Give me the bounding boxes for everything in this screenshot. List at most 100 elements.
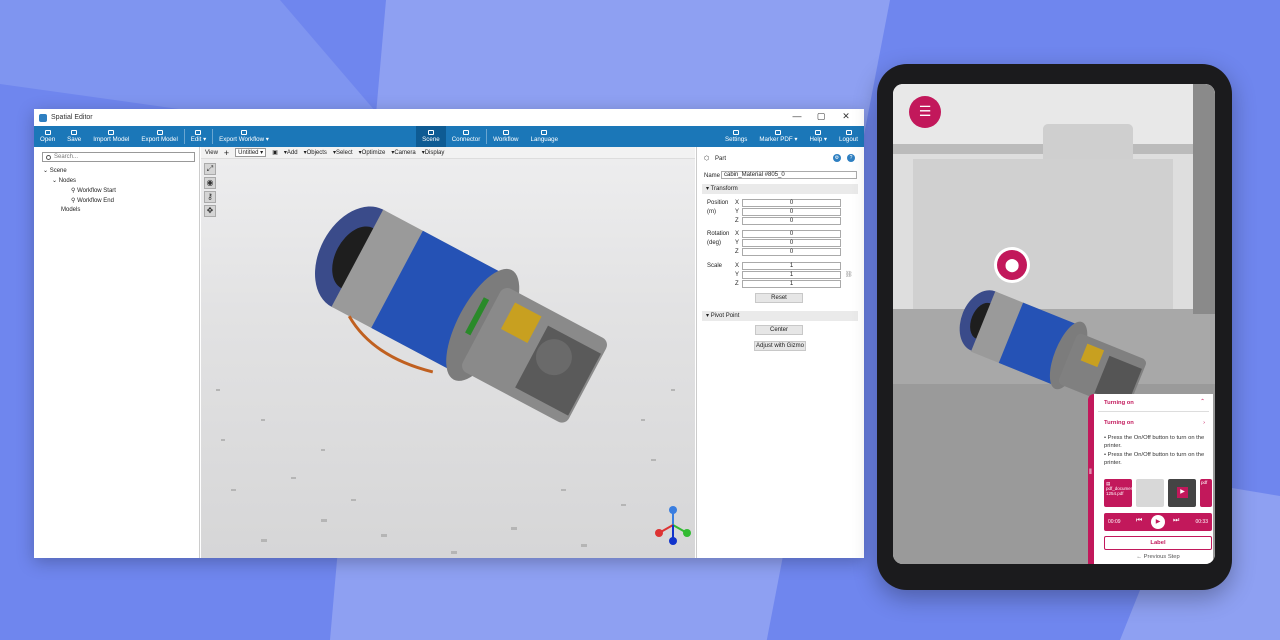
engine-model[interactable] (201, 159, 695, 558)
connector-label: Connector (451, 136, 481, 143)
logout-button[interactable]: Logout (833, 126, 864, 147)
add-cross-icon[interactable]: + (224, 148, 229, 158)
position-x-field[interactable]: 0 (742, 199, 841, 207)
folder-icon (44, 130, 51, 135)
divider (1098, 411, 1209, 412)
chevron-right-icon[interactable]: › (1203, 420, 1205, 426)
location-pin-icon[interactable]: ⬤ (997, 250, 1027, 280)
link-icon[interactable]: ⛓ (845, 271, 853, 278)
gear-icon (733, 130, 740, 135)
help-icon[interactable]: ? (847, 154, 855, 162)
rotation-x-field[interactable]: 0 (742, 230, 841, 238)
play-button[interactable]: ▶ (1151, 515, 1165, 529)
scale-z-field[interactable]: 1 (742, 280, 841, 288)
axis-gizmo[interactable] (653, 505, 693, 545)
chevron-down-icon: ⌄ (43, 168, 50, 174)
tree-label-workflow-start: Workflow Start (77, 188, 116, 194)
tree-label-scene: Scene (49, 168, 67, 174)
rotation-z-field[interactable]: 0 (742, 248, 841, 256)
tree-item-workflow-start[interactable]: ⚲ Workflow Start (71, 187, 116, 194)
import-model-label: Import Model (93, 136, 130, 143)
camera-menu[interactable]: ▾Camera (391, 149, 415, 156)
help-label: Help ▾ (809, 136, 828, 143)
tree-item-workflow-end[interactable]: ⚲ Workflow End (71, 197, 114, 204)
save-button[interactable]: Save (61, 126, 87, 147)
export-workflow-label: Export Workflow ▾ (219, 136, 269, 143)
title-bar: Spatial Editor — ▢ ✕ (34, 109, 864, 126)
marker-pdf-menu[interactable]: Marker PDF ▾ (753, 126, 803, 147)
view-select[interactable]: Untitled ▾ (235, 148, 267, 157)
view-label: View (205, 149, 218, 156)
tab-workflow[interactable]: Workflow (487, 126, 524, 147)
display-menu[interactable]: ▾Display (422, 149, 445, 156)
pdf-file-name-partial: pdf (1201, 480, 1208, 485)
rotation-y-field[interactable]: 0 (742, 239, 841, 247)
printer-thumbnail[interactable] (1136, 479, 1164, 507)
objects-menu[interactable]: ▾Objects (304, 149, 327, 156)
reset-button[interactable]: Reset (755, 293, 803, 303)
scale-x-field[interactable]: 1 (742, 262, 841, 270)
import-model-button[interactable]: Import Model (87, 126, 135, 147)
adjust-with-gizmo-button[interactable]: Adjust with Gizmo (754, 341, 806, 351)
export-workflow-menu[interactable]: Export Workflow ▾ (213, 126, 275, 147)
name-field[interactable]: cabin_Material #805_0 (721, 171, 857, 179)
open-button[interactable]: Open (34, 126, 61, 147)
transform-label: Transform (710, 186, 738, 192)
scene-label: Scene (422, 136, 440, 143)
video-thumbnail[interactable]: ▶ (1168, 479, 1196, 507)
bullet-1-text: Press the On/Off button to turn on the p… (1104, 435, 1205, 449)
pdf-thumbnail[interactable]: ▤ pdf_document-1254.pdf (1104, 479, 1136, 507)
menu-button[interactable]: ☰ (909, 96, 941, 128)
help-menu[interactable]: Help ▾ (803, 126, 833, 147)
tree-label-workflow-end: Workflow End (77, 198, 114, 204)
tree-item-nodes[interactable]: ⌄ Nodes (52, 177, 76, 184)
scale-y-field[interactable]: 1 (742, 271, 841, 279)
skip-forward-icon[interactable]: ⏭ (1173, 517, 1179, 525)
camera-label: Camera (394, 150, 416, 156)
tablet-screen: ☰ ⬤ ‖ Turning on ⌃ Turning on › • Press … (893, 84, 1215, 564)
position-z-field[interactable]: 0 (742, 217, 841, 225)
tab-connector[interactable]: Connector (446, 126, 487, 147)
minimize-button[interactable]: — (790, 111, 804, 121)
print-icon[interactable]: ▣ (272, 149, 278, 156)
app-icon (39, 113, 47, 122)
edit-menu[interactable]: Edit ▾ (185, 126, 213, 147)
skip-back-icon[interactable]: ⏮ (1136, 517, 1142, 525)
optimize-menu[interactable]: ▾Optimize (359, 149, 386, 156)
tree-item-models[interactable]: Models (61, 207, 80, 213)
previous-step-button[interactable]: ← Previous Step (1104, 554, 1212, 560)
select-menu[interactable]: ▾Select (333, 149, 353, 156)
scale-label: Scale (707, 263, 723, 269)
pdf-thumbnail-partial[interactable]: pdf (1200, 479, 1212, 507)
settings-icon[interactable]: ⚙ (833, 154, 841, 162)
tree-label-models: Models (61, 207, 81, 213)
tab-scene[interactable]: Scene (416, 126, 446, 147)
workflow-icon (502, 130, 509, 135)
display-label: Display (424, 150, 445, 156)
instruction-bullet-1: • Press the On/Off button to turn on the… (1104, 435, 1205, 449)
tree-item-scene[interactable]: ⌄ Scene (43, 167, 67, 174)
label-button[interactable]: Label (1104, 536, 1212, 550)
panel-drag-handle[interactable]: ‖ (1089, 469, 1092, 476)
add-menu[interactable]: ▾Add (284, 149, 298, 156)
maximize-button[interactable]: ▢ (814, 111, 828, 122)
pivot-section-header[interactable]: ▾ Pivot Point (702, 311, 858, 321)
objects-label: Objects (306, 150, 327, 156)
close-button[interactable]: ✕ (839, 111, 853, 122)
transform-section-header[interactable]: ▾ Transform (702, 184, 858, 194)
axis-x-label: X (735, 263, 740, 269)
logout-label: Logout (839, 136, 858, 143)
export-workflow-icon (241, 130, 248, 135)
center-button[interactable]: Center (755, 325, 803, 335)
settings-button[interactable]: Settings (719, 126, 753, 147)
main-toolbar: Open Save Import Model Export Model Edit… (34, 126, 864, 147)
tree-label-nodes: Nodes (58, 178, 77, 184)
tab-language[interactable]: Language (525, 126, 565, 147)
3d-viewport[interactable]: View + Untitled ▾ ▣ ▾Add ▾Objects ▾Selec… (201, 147, 695, 558)
chevron-up-icon[interactable]: ⌃ (1200, 399, 1205, 405)
position-y-field[interactable]: 0 (742, 208, 841, 216)
export-model-button[interactable]: Export Model (135, 126, 183, 147)
search-input[interactable]: Search... (42, 152, 195, 162)
